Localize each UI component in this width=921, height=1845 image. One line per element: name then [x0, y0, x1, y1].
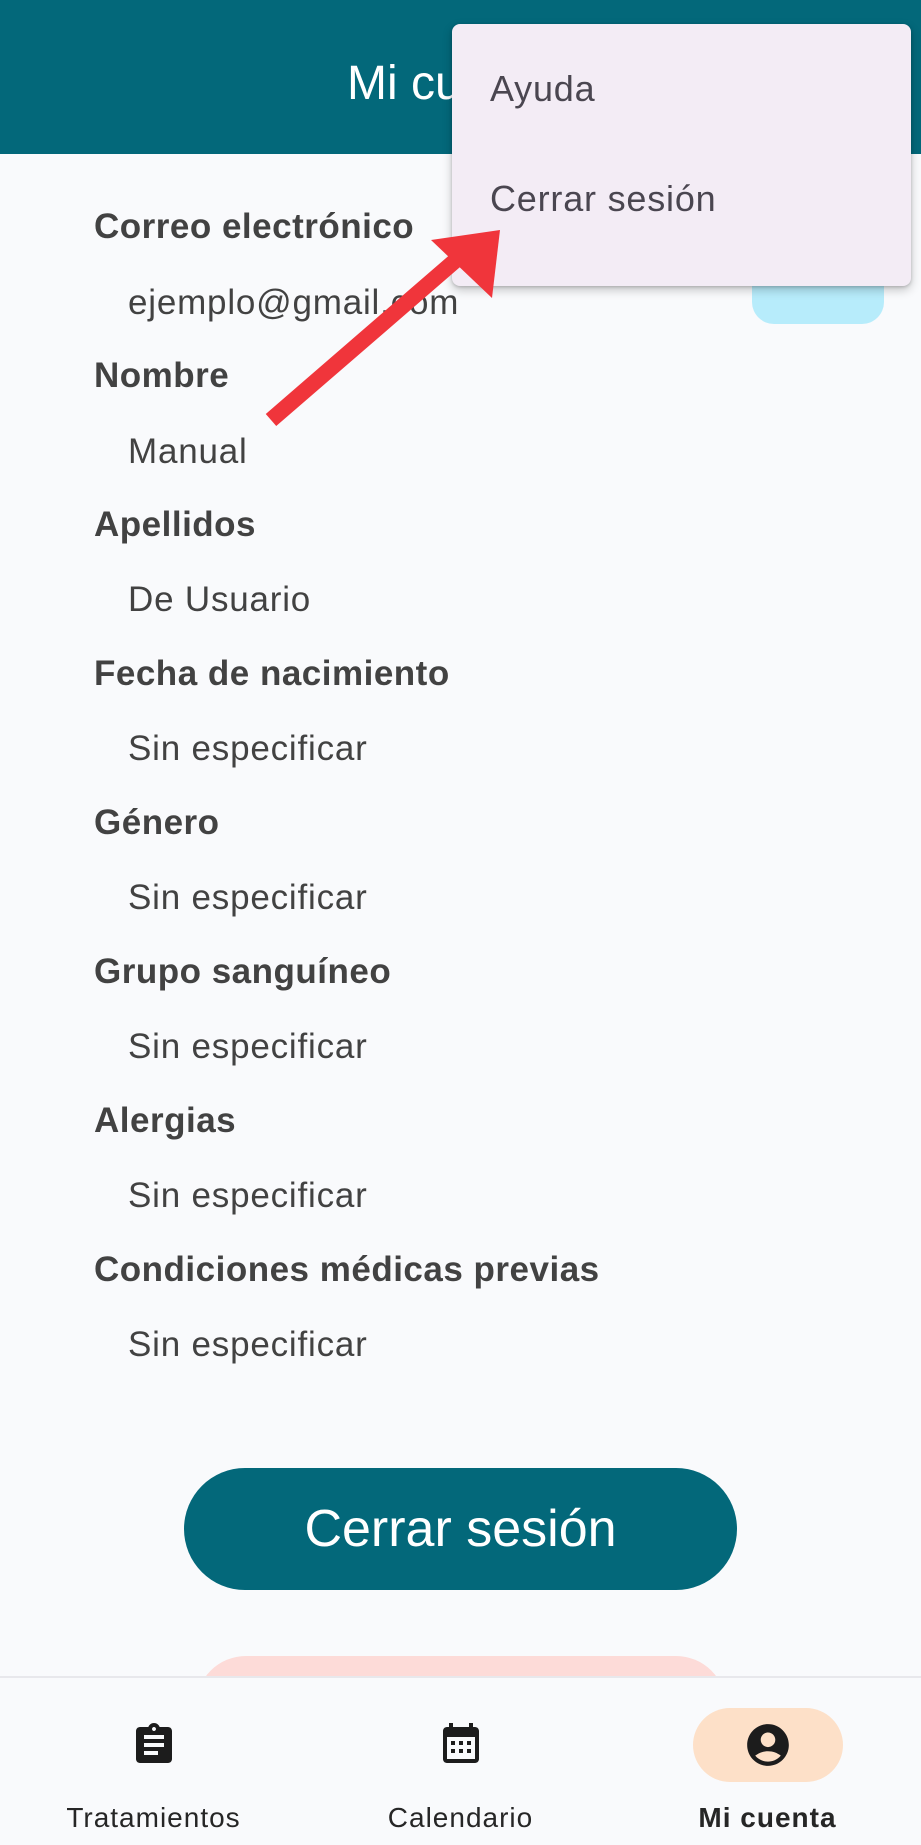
birthdate-label: Fecha de nacimiento [94, 654, 450, 693]
overflow-menu: Ayuda Cerrar sesión [452, 24, 911, 286]
nav-active-indicator [692, 1708, 843, 1782]
menu-item-logout[interactable]: Cerrar sesión [452, 144, 911, 254]
nav-item-treatments[interactable]: Tratamientos [0, 1678, 307, 1845]
name-label: Nombre [94, 356, 230, 395]
nav-item-my-account[interactable]: Mi cuenta [614, 1678, 921, 1845]
medical-conditions-value: Sin especificar [128, 1325, 368, 1364]
nav-label-calendar: Calendario [387, 1802, 534, 1833]
nav-icon-container [386, 1708, 536, 1782]
menu-item-label: Cerrar sesión [490, 178, 717, 219]
medical-conditions-label: Condiciones médicas previas [94, 1250, 600, 1289]
account-circle-icon [746, 1724, 789, 1766]
clipboard-icon [135, 1723, 172, 1763]
menu-item-label: Ayuda [490, 68, 596, 109]
logout-button[interactable]: Cerrar sesión [184, 1468, 737, 1590]
allergies-value: Sin especificar [128, 1176, 368, 1215]
gender-label: Género [94, 803, 220, 842]
allergies-label: Alergias [94, 1101, 237, 1140]
email-value: ejemplo@gmail.com [128, 283, 460, 322]
email-label: Correo electrónico [94, 207, 415, 246]
birthdate-value: Sin especificar [128, 729, 368, 768]
menu-item-help[interactable]: Ayuda [452, 34, 911, 144]
surname-label: Apellidos [94, 505, 257, 544]
gender-value: Sin especificar [128, 878, 368, 917]
blood-group-label: Grupo sanguíneo [94, 952, 392, 991]
nav-item-calendar[interactable]: Calendario [307, 1678, 614, 1845]
nav-icon-container [79, 1708, 229, 1782]
blood-group-value: Sin especificar [128, 1027, 368, 1066]
bottom-navigation: Tratamientos Calendario Mi cuenta [0, 1676, 921, 1845]
nav-label-my-account: Mi cuenta [698, 1802, 837, 1833]
surname-value: De Usuario [128, 580, 312, 619]
name-value: Manual [128, 432, 248, 471]
nav-label-treatments: Tratamientos [66, 1802, 241, 1833]
calendar-icon [442, 1723, 479, 1763]
